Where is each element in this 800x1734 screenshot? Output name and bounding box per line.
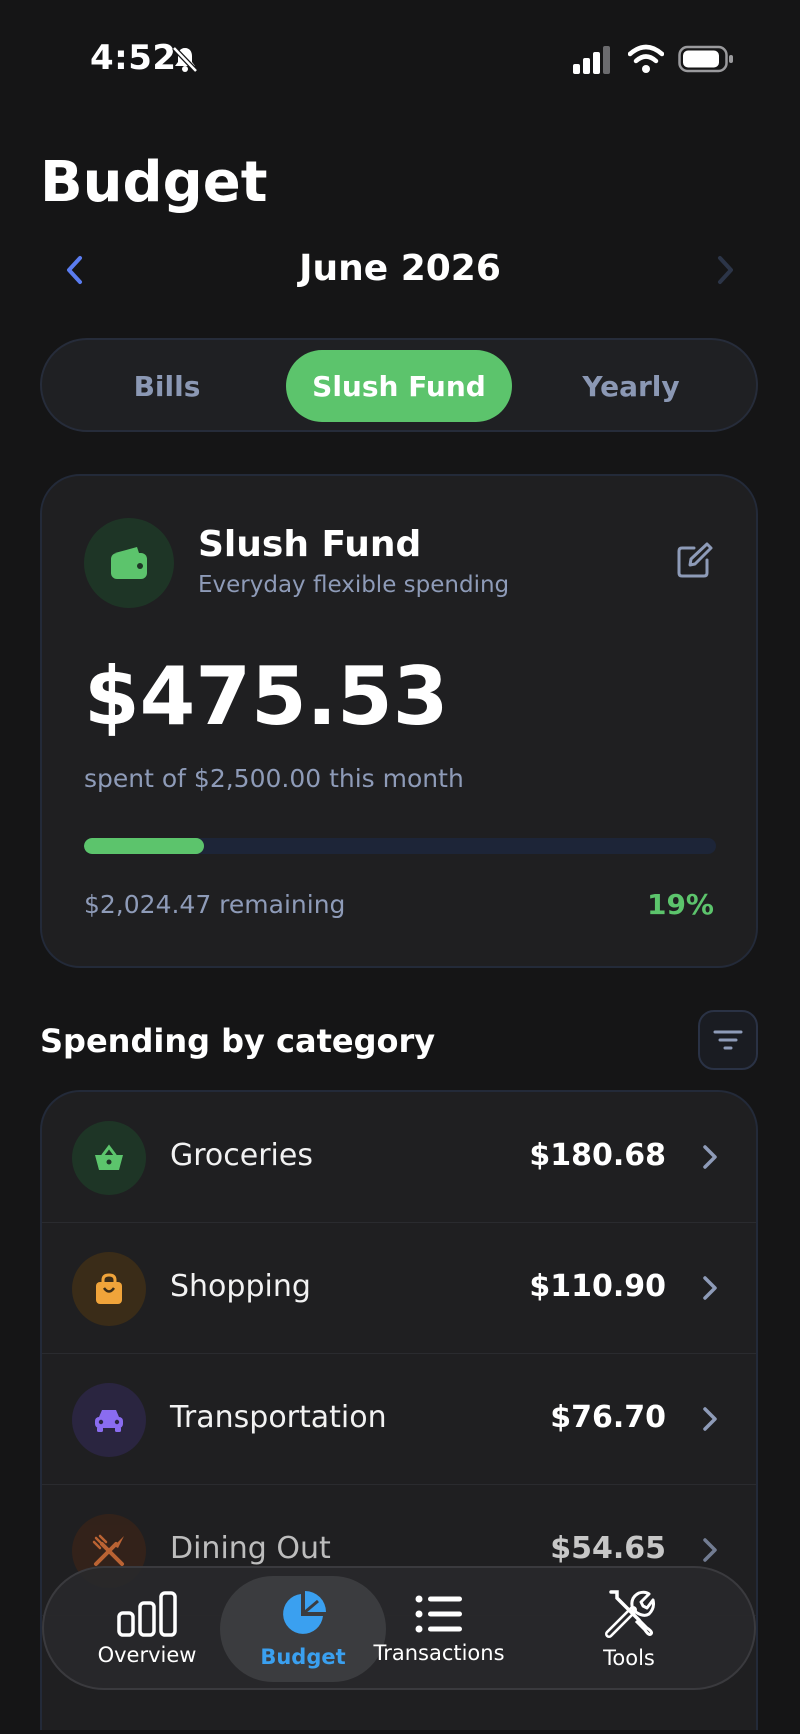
budget-progress-fill (84, 838, 205, 854)
bar-chart-icon (117, 1591, 177, 1637)
budget-type-tabs: Bills Slush Fund Yearly (40, 338, 758, 432)
category-icon-badge (72, 1383, 146, 1457)
bell-muted-icon (172, 46, 198, 73)
basket-icon (95, 1144, 123, 1170)
nav-transactions[interactable]: Transactions (356, 1576, 522, 1682)
wallet-badge (84, 518, 174, 608)
tab-bills[interactable]: Bills (54, 350, 280, 422)
tab-slush-fund[interactable]: Slush Fund (286, 350, 512, 422)
current-month-label: June 2026 (299, 248, 501, 289)
category-row-shopping[interactable]: Shopping $110.90 (42, 1223, 756, 1354)
edit-icon[interactable] (674, 540, 714, 580)
battery-icon (678, 45, 733, 73)
chevron-right-icon (703, 1407, 717, 1431)
category-amount: $76.70 (550, 1400, 666, 1435)
wallet-icon (111, 547, 147, 579)
bottom-navigation-bar: Overview Budget Transactions Tools (42, 1566, 756, 1690)
nav-label: Budget (260, 1645, 346, 1669)
category-row-groceries[interactable]: Groceries $180.68 (42, 1092, 756, 1223)
status-time: 4:52 (90, 38, 177, 78)
list-icon (415, 1595, 462, 1633)
page-title: Budget (40, 150, 268, 215)
category-name: Dining Out (170, 1531, 331, 1566)
category-name: Shopping (170, 1269, 311, 1304)
next-month-chevron-icon[interactable] (710, 250, 740, 290)
nav-label: Overview (97, 1643, 197, 1667)
section-title: Spending by category (40, 1022, 436, 1060)
tools-icon (605, 1590, 655, 1638)
category-row-transportation[interactable]: Transportation $76.70 (42, 1354, 756, 1485)
category-name: Transportation (170, 1400, 387, 1435)
spent-of-text: spent of $2,500.00 this month (84, 764, 464, 793)
category-amount: $54.65 (550, 1531, 666, 1566)
nav-overview[interactable]: Overview (64, 1576, 230, 1682)
category-amount: $110.90 (529, 1269, 666, 1304)
pie-chart-icon (283, 1591, 326, 1634)
category-icon-badge (72, 1252, 146, 1326)
tab-yearly[interactable]: Yearly (518, 350, 744, 422)
cellular-signal-icon (573, 46, 610, 74)
category-amount: $180.68 (529, 1138, 666, 1173)
wifi-icon (628, 44, 664, 73)
budget-progress-bar (84, 838, 716, 854)
remaining-text: $2,024.47 remaining (84, 890, 346, 919)
category-icon-badge (72, 1121, 146, 1195)
car-icon (95, 1410, 123, 1432)
card-title: Slush Fund (198, 524, 422, 565)
nav-label: Transactions (373, 1641, 505, 1665)
card-subtitle: Everyday flexible spending (198, 572, 510, 598)
shopping-bag-icon (96, 1273, 122, 1304)
spent-amount: $475.53 (84, 650, 449, 743)
utensils-icon (92, 1534, 124, 1566)
chevron-right-icon (703, 1276, 717, 1300)
filter-icon (713, 1030, 743, 1050)
nav-label: Tools (603, 1646, 655, 1670)
percent-used: 19% (646, 888, 714, 921)
chevron-right-icon (703, 1538, 717, 1562)
chevron-right-icon (703, 1145, 717, 1169)
nav-tools[interactable]: Tools (546, 1576, 712, 1682)
category-name: Groceries (170, 1138, 313, 1173)
filter-button[interactable] (698, 1010, 758, 1070)
